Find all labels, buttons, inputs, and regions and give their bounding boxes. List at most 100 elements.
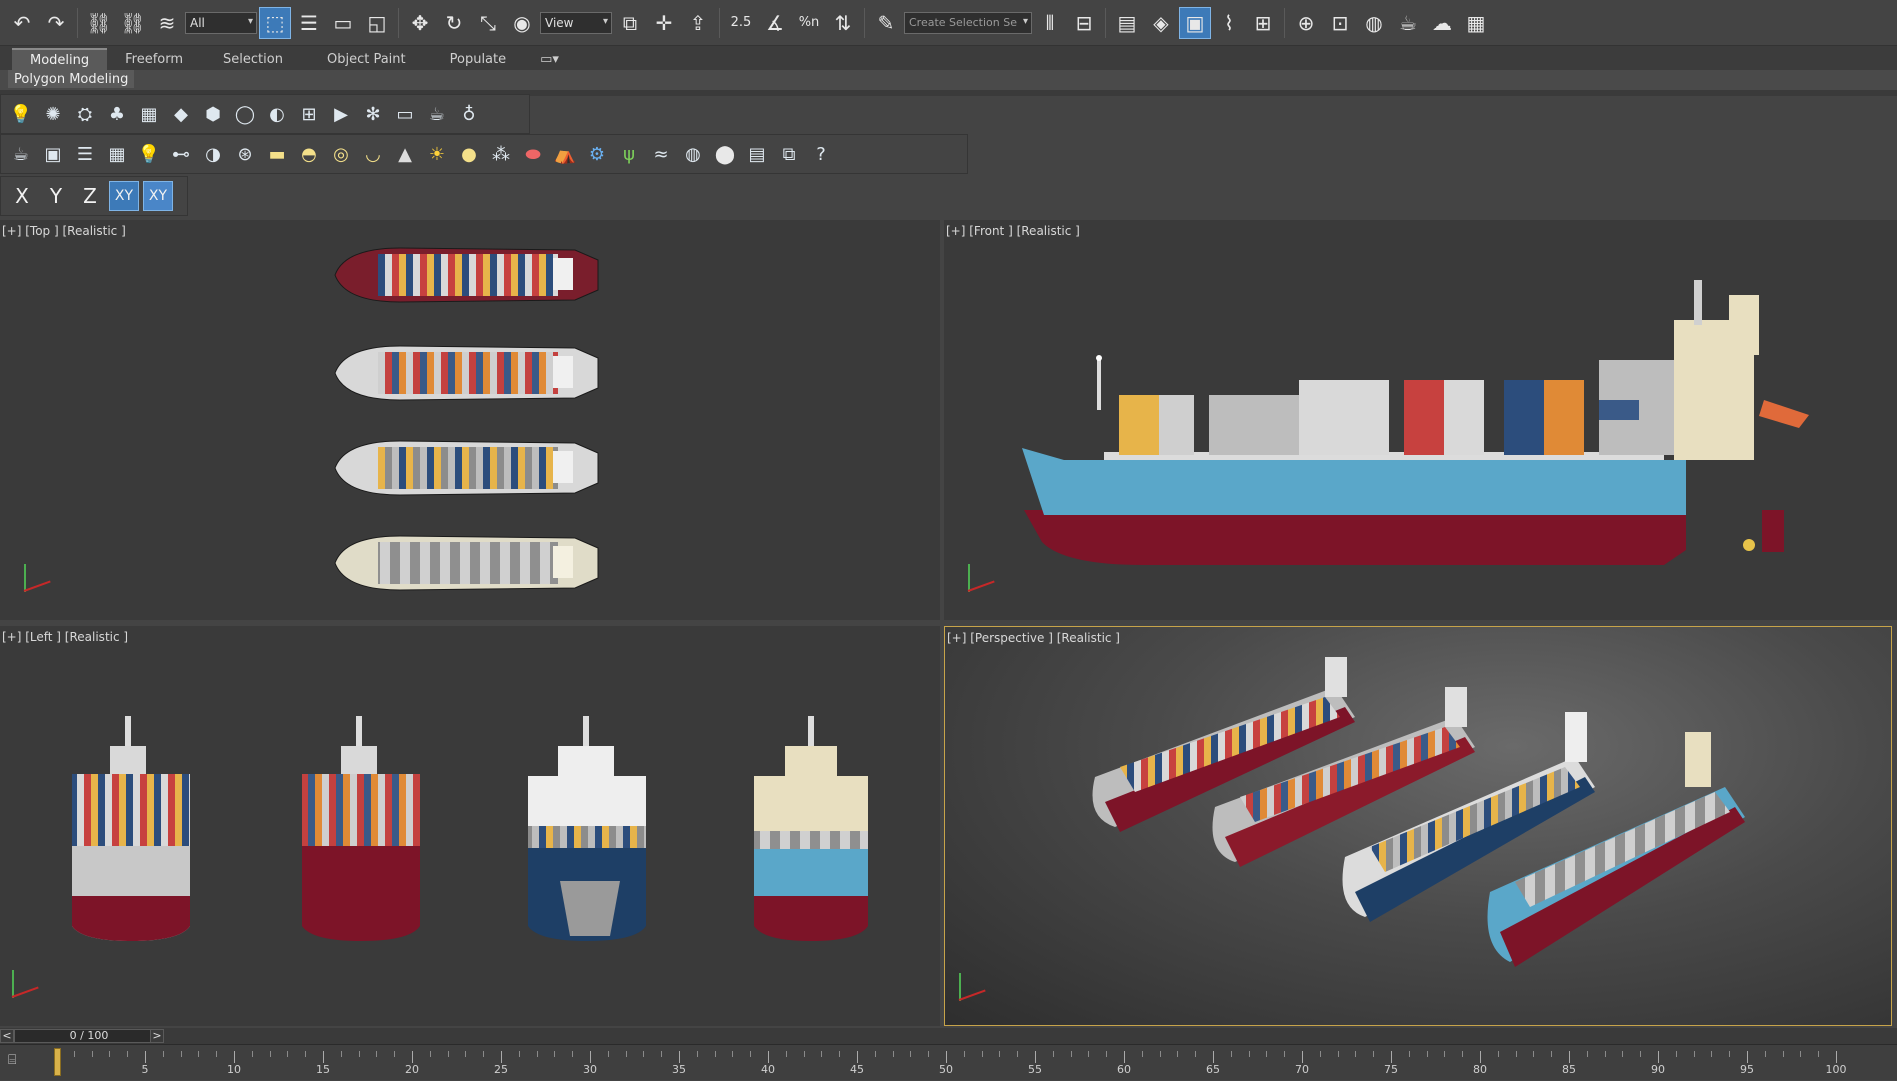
help-icon[interactable]: ? — [807, 140, 835, 168]
axis-z-button[interactable]: Z — [75, 181, 105, 211]
a360-gallery-icon[interactable]: ▦ — [1460, 7, 1492, 39]
key-filters-icon[interactable]: ⌸ — [8, 1052, 30, 1072]
frame-move-icon[interactable]: ⊞ — [295, 100, 323, 128]
ribbon-options-icon[interactable]: ▭▾ — [528, 48, 571, 70]
lantern-icon[interactable]: ⬢ — [199, 100, 227, 128]
film-icon[interactable]: ▶ — [327, 100, 355, 128]
viewport-perspective[interactable]: [+] [Perspective ] [Realistic ] — [944, 626, 1892, 1026]
select-and-link-icon[interactable]: ⛓ — [83, 7, 115, 39]
axis-y-button[interactable]: Y — [41, 181, 71, 211]
viewport-front[interactable]: [+] [Front ] [Realistic ] — [944, 220, 1897, 620]
grid-table-icon[interactable]: ▦ — [135, 100, 163, 128]
ribbon-panel-polygon-modeling[interactable]: Polygon Modeling — [8, 70, 135, 88]
window-crossing-icon[interactable]: ◱ — [361, 7, 393, 39]
redo-icon[interactable]: ↷ — [40, 7, 72, 39]
gear-icon[interactable]: ⚙ — [583, 140, 611, 168]
projector-icon[interactable]: ⊷ — [167, 140, 195, 168]
torus-primitive-icon[interactable]: ◎ — [327, 140, 355, 168]
hemisphere-primitive-icon[interactable]: ◓ — [295, 140, 323, 168]
time-slider[interactable]: 0 / 100 — [14, 1029, 164, 1043]
teapot-icon[interactable]: ☕ — [7, 140, 35, 168]
move-icon[interactable]: ✥ — [404, 7, 436, 39]
teapot-outline-icon[interactable]: ☕ — [423, 100, 451, 128]
select-object-icon[interactable]: ⬚ — [259, 6, 291, 39]
sphere-primitive-icon[interactable]: ● — [455, 140, 483, 168]
noise-sphere-icon[interactable]: ◍ — [679, 140, 707, 168]
ring-icon[interactable]: ◯ — [231, 100, 259, 128]
mirror-icon[interactable]: ⫴ — [1034, 7, 1066, 39]
render-production-icon[interactable]: ☕ — [1392, 7, 1424, 39]
capsule-icon[interactable]: ⬬ — [519, 140, 547, 168]
spinner-snap-icon[interactable]: ⇅ — [827, 7, 859, 39]
document-list-icon[interactable]: ☰ — [71, 140, 99, 168]
curve-editor-icon[interactable]: ⌇ — [1213, 7, 1245, 39]
percent-snap-icon[interactable]: %n — [793, 7, 825, 39]
schematic-view-icon[interactable]: ⊞ — [1247, 7, 1279, 39]
light-rig-icon[interactable]: 💡 — [135, 140, 163, 168]
shaded-sphere-icon[interactable]: ⬤ — [711, 140, 739, 168]
time-prev-button[interactable]: < — [0, 1029, 14, 1043]
ribbon-toggle-icon[interactable]: ▣ — [1179, 6, 1211, 39]
undo-icon[interactable]: ↶ — [6, 7, 38, 39]
render-in-cloud-icon[interactable]: ☁ — [1426, 7, 1458, 39]
axis-x-button[interactable]: X — [7, 181, 37, 211]
scale-icon[interactable]: ⤡ — [472, 7, 504, 39]
half-moon-icon[interactable]: ◑ — [199, 140, 227, 168]
keyboard-shortcut-override-icon[interactable]: ⇪ — [682, 7, 714, 39]
select-by-name-icon[interactable]: ☰ — [293, 7, 325, 39]
snaps-toggle-icon[interactable]: 2.5 — [725, 7, 757, 39]
timeline-ruler[interactable]: 5 10 15 20 25 30 35 40 45 50 55 60 65 70 75 80 85 90 95 100 — [0, 1044, 1897, 1080]
tab-populate[interactable]: Populate — [428, 48, 529, 70]
timeline-playhead[interactable] — [54, 1048, 61, 1076]
axis-xy-snap-button[interactable]: XY — [143, 181, 173, 211]
time-next-button[interactable]: > — [150, 1029, 164, 1043]
bind-to-space-warp-icon[interactable]: ≋ — [151, 7, 183, 39]
hair-fur-icon[interactable]: ≈ — [647, 140, 675, 168]
clone-tool-icon[interactable]: ⧉ — [775, 140, 803, 168]
named-selection-dropdown[interactable]: Create Selection Se ▾ — [904, 11, 1032, 34]
pivot-center-icon[interactable]: ⧉ — [614, 7, 646, 39]
rendered-frame-window-icon[interactable]: ◍ — [1358, 7, 1390, 39]
place-icon[interactable]: ◉ — [506, 7, 538, 39]
render-setup-icon[interactable]: ⊡ — [1324, 7, 1356, 39]
tab-modeling[interactable]: Modeling — [12, 48, 108, 70]
select-and-manipulate-icon[interactable]: ✛ — [648, 7, 680, 39]
material-editor-icon[interactable]: ⊕ — [1290, 7, 1322, 39]
selection-filter-dropdown[interactable]: All ▾ — [185, 11, 257, 34]
viewport-left[interactable]: [+] [Left ] [Realistic ] — [0, 626, 940, 1026]
scene-explorer-icon[interactable]: ▤ — [1111, 7, 1143, 39]
spreadsheet-icon[interactable]: ▦ — [103, 140, 131, 168]
material-grid-icon[interactable]: ▤ — [743, 140, 771, 168]
lamp-icon[interactable]: ♁ — [455, 100, 483, 128]
layer-explorer-icon[interactable]: ◈ — [1145, 7, 1177, 39]
cluster-icon[interactable]: ✻ — [359, 100, 387, 128]
sun-gear-icon[interactable]: ✺ — [39, 100, 67, 128]
tab-selection[interactable]: Selection — [201, 48, 305, 70]
calendar-icon[interactable]: ▣ — [39, 140, 67, 168]
unlink-selection-icon[interactable]: ⛓ — [117, 7, 149, 39]
align-icon[interactable]: ⊟ — [1068, 7, 1100, 39]
axis-xy-button[interactable]: XY — [109, 181, 139, 211]
film-reel-icon[interactable]: ⊛ — [231, 140, 259, 168]
angle-snap-icon[interactable]: ∡ — [759, 7, 791, 39]
cone-primitive-icon[interactable]: ▲ — [391, 140, 419, 168]
light-bulb-icon[interactable]: 💡 — [7, 100, 35, 128]
bowl-primitive-icon[interactable]: ◡ — [359, 140, 387, 168]
monitor-icon[interactable]: ▭ — [391, 100, 419, 128]
crystal-icon[interactable]: ◆ — [167, 100, 195, 128]
camera-group-icon[interactable]: ⛭ — [71, 100, 99, 128]
sun-light-icon[interactable]: ☀ — [423, 140, 451, 168]
tab-object-paint[interactable]: Object Paint — [305, 48, 428, 70]
tab-freeform[interactable]: Freeform — [107, 48, 201, 70]
timeline-track[interactable]: 5 10 15 20 25 30 35 40 45 50 55 60 65 70 75 80 85 90 95 100 — [56, 1045, 1847, 1081]
viewport-top[interactable]: [+] [Top ] [Realistic ] — [0, 220, 940, 620]
rectangular-selection-icon[interactable]: ▭ — [327, 7, 359, 39]
grass-icon[interactable]: ψ — [615, 140, 643, 168]
rotate-icon[interactable]: ↻ — [438, 7, 470, 39]
tent-icon[interactable]: ⛺ — [551, 140, 579, 168]
plane-primitive-icon[interactable]: ▬ — [263, 140, 291, 168]
particle-icon[interactable]: ⁂ — [487, 140, 515, 168]
edit-named-selection-icon[interactable]: ✎ — [870, 7, 902, 39]
circle-panel-icon[interactable]: ◐ — [263, 100, 291, 128]
tree-icon[interactable]: ♣ — [103, 100, 131, 128]
